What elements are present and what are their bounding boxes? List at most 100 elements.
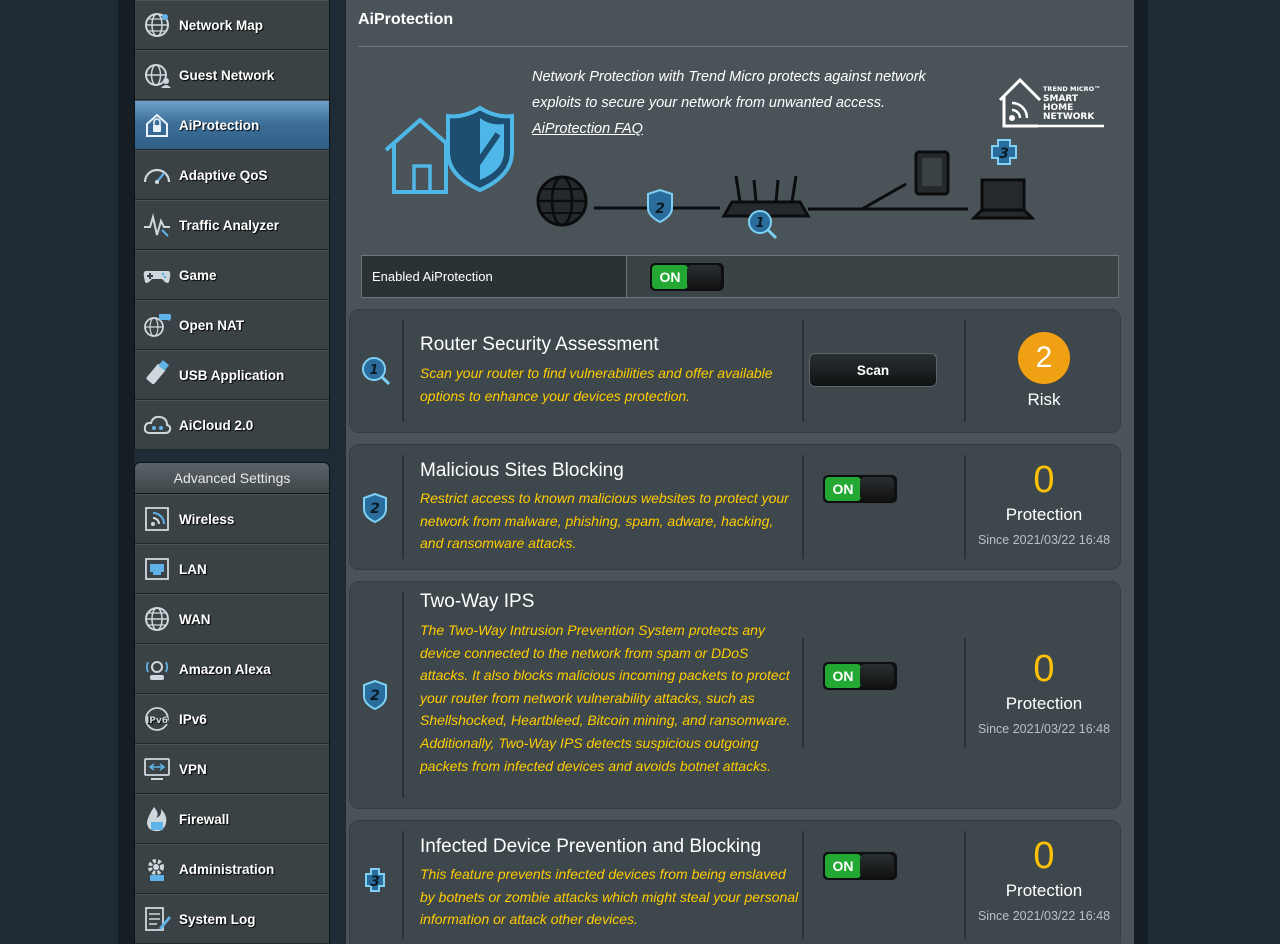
infected-device-toggle[interactable]: ON <box>822 851 898 881</box>
enable-aiprotection-toggle[interactable]: ON <box>649 262 725 292</box>
card-description: Scan your router to find vulnerabilities… <box>420 365 773 404</box>
malicious-sites-toggle[interactable]: ON <box>822 474 898 504</box>
device-badge: 3 <box>991 139 1017 165</box>
svg-text:1: 1 <box>369 363 378 378</box>
sidebar-item-label: LAN <box>179 561 207 577</box>
sidebar-item-firewall[interactable]: Firewall <box>135 794 329 844</box>
protection-label: Protection <box>1005 694 1083 713</box>
two-way-ips-toggle[interactable]: ON <box>822 661 898 691</box>
sidebar-item-vpn[interactable]: VPN <box>135 744 329 794</box>
wan-globe-icon <box>135 594 179 644</box>
sidebar-item-label: Adaptive QoS <box>179 167 268 183</box>
sidebar-item-label: AiCloud 2.0 <box>179 417 254 433</box>
sidebar-item-guest-network[interactable]: Guest Network <box>135 50 329 100</box>
enable-aiprotection-row: Enabled AiProtection ON <box>361 255 1119 298</box>
network-diagram: 2 1 3 <box>536 139 1036 240</box>
ipv6-icon: IPv6 <box>135 694 179 744</box>
infected-device-prevention-card: 3 Infected Device Prevention and Blockin… <box>349 820 1121 944</box>
sidebar-item-label: System Log <box>179 911 256 927</box>
toggle-knob <box>687 265 721 289</box>
sidebar-item-label: Firewall <box>179 811 230 827</box>
sidebar-item-label: VPN <box>179 761 207 777</box>
gamepad-icon <box>135 250 179 300</box>
sidebar-item-administration[interactable]: Administration <box>135 844 329 894</box>
sidebar-item-label: Traffic Analyzer <box>179 217 280 233</box>
sidebar-item-aicloud[interactable]: AiCloud 2.0 <box>135 400 329 450</box>
sidebar-item-game[interactable]: Game <box>135 250 329 300</box>
tablet-icon <box>914 150 950 196</box>
card-description: Restrict access to known malicious websi… <box>420 490 789 552</box>
risk-count-badge[interactable]: 2 <box>1018 332 1070 384</box>
router-security-assessment-card: 1 Router Security Assessment Scan your r… <box>349 309 1121 433</box>
router-icon <box>721 175 811 218</box>
sidebar-item-amazon-alexa[interactable]: Amazon Alexa <box>135 644 329 694</box>
protection-stat: 0 Protection Since 2021/03/22 16:48 <box>966 835 1122 923</box>
protection-stat: 0 Protection Since 2021/03/22 16:48 <box>966 459 1122 547</box>
usb-icon <box>135 350 179 400</box>
page-title: AiProtection <box>358 11 454 28</box>
sidebar-item-label: Network Map <box>179 17 264 33</box>
svg-text:3: 3 <box>370 874 380 890</box>
toggle-knob <box>860 664 894 688</box>
protection-count[interactable]: 0 <box>966 648 1122 690</box>
toggle-on-label: ON <box>825 854 861 878</box>
sidebar-item-adaptive-qos[interactable]: Adaptive QoS <box>135 150 329 200</box>
two-way-ips-card: 2 Two-Way IPS The Two-Way Intrusion Prev… <box>349 581 1121 809</box>
firewall-icon <box>135 794 179 844</box>
sidebar-item-label: AiProtection <box>179 117 260 133</box>
badge-3-icon: 3 <box>365 868 385 892</box>
sidebar-item-label: Open NAT <box>179 317 244 333</box>
toggle-on-label: ON <box>652 265 688 289</box>
card-divider <box>402 831 404 939</box>
right-shadow <box>1134 0 1148 944</box>
vpn-icon <box>135 744 179 794</box>
sidebar-item-label: Guest Network <box>179 67 275 83</box>
advanced-menu: Wireless LAN WAN Amazon Alexa IPv6 IPv6 … <box>134 494 330 944</box>
protection-count[interactable]: 0 <box>966 459 1122 501</box>
sidebar-item-network-map[interactable]: Network Map <box>135 0 329 50</box>
cloud-icon <box>135 400 179 450</box>
sidebar-item-wireless[interactable]: Wireless <box>135 494 329 544</box>
wifi-icon <box>135 494 179 544</box>
toggle-knob <box>860 477 894 501</box>
general-menu: Network Map Guest Network AiProtection A… <box>134 0 330 450</box>
card-title: Router Security Assessment <box>420 334 659 355</box>
pulse-icon <box>135 200 179 250</box>
card-title: Two-Way IPS <box>420 591 535 612</box>
svg-text:2: 2 <box>370 688 380 704</box>
laptop-icon <box>970 178 1036 220</box>
sidebar-item-label: Amazon Alexa <box>179 661 271 677</box>
lan-icon <box>135 544 179 594</box>
protection-since: Since 2021/03/22 16:48 <box>977 909 1111 923</box>
card-divider <box>402 592 404 798</box>
badge-2-icon: 2 <box>363 679 387 711</box>
main-panel: AiProtection Network Protection with Tre… <box>346 0 1134 944</box>
scan-button[interactable]: Scan <box>809 353 937 387</box>
sidebar-item-wan[interactable]: WAN <box>135 594 329 644</box>
guest-network-icon <box>135 50 179 100</box>
card-divider <box>402 320 404 422</box>
card-description: This feature prevents infected devices f… <box>420 866 799 928</box>
protection-count[interactable]: 0 <box>966 835 1122 877</box>
svg-text:3: 3 <box>999 146 1009 162</box>
log-icon <box>135 894 179 944</box>
sidebar-item-label: Wireless <box>179 511 235 527</box>
sidebar-item-aiprotection[interactable]: AiProtection <box>135 100 329 150</box>
globe-gamepad-icon <box>135 300 179 350</box>
protection-since: Since 2021/03/22 16:48 <box>977 722 1111 736</box>
sidebar-item-traffic-analyzer[interactable]: Traffic Analyzer <box>135 200 329 250</box>
gear-icon <box>135 844 179 894</box>
sidebar-item-ipv6[interactable]: IPv6 IPv6 <box>135 694 329 744</box>
enable-aiprotection-label: Enabled AiProtection <box>362 256 627 297</box>
internet-globe-icon <box>536 175 588 227</box>
link-badge: 2 <box>647 188 673 224</box>
sidebar-item-usb-application[interactable]: USB Application <box>135 350 329 400</box>
sidebar-item-system-log[interactable]: System Log <box>135 894 329 944</box>
svg-text:2: 2 <box>655 201 665 217</box>
sidebar: Network Map Guest Network AiProtection A… <box>134 0 330 944</box>
sidebar-item-open-nat[interactable]: Open NAT <box>135 300 329 350</box>
logo-line-1: TREND MICRO™ <box>1043 85 1101 93</box>
sidebar-item-lan[interactable]: LAN <box>135 544 329 594</box>
title-divider <box>358 46 1128 47</box>
card-divider <box>802 831 804 939</box>
